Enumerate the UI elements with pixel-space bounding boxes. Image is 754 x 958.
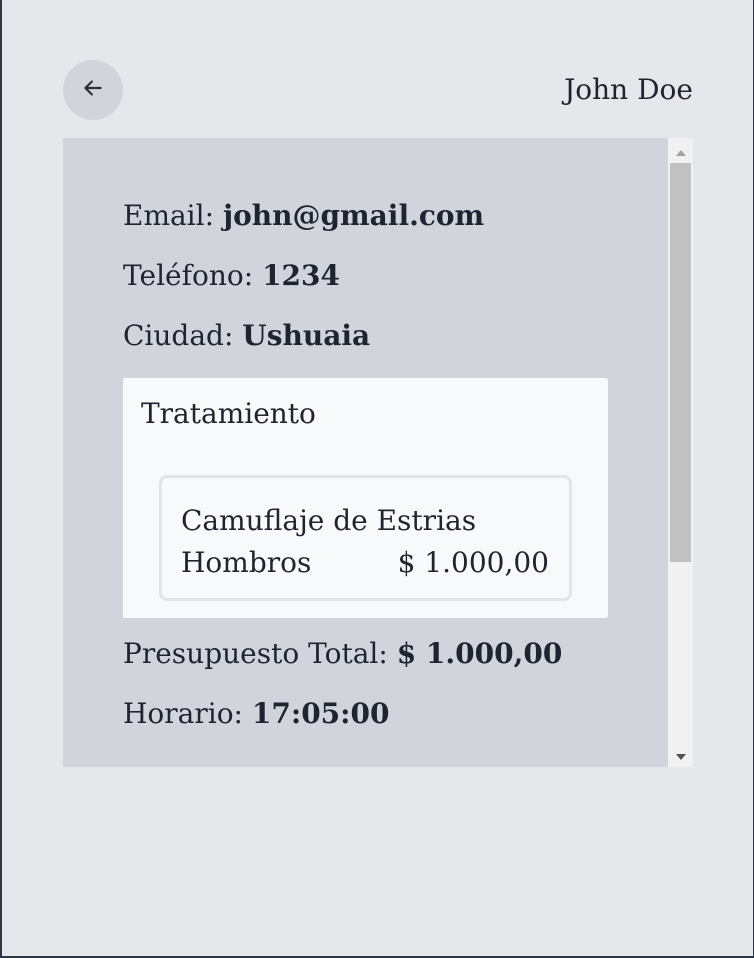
treatment-item-price: $ 1.000,00 [397, 546, 549, 579]
city-row: Ciudad: Ushuaia [123, 318, 608, 354]
treatment-title: Tratamiento [141, 397, 316, 430]
email-row: Email: john@gmail.com [123, 198, 608, 234]
email-value: john@gmail.com [222, 199, 485, 232]
user-name: John Doe [564, 73, 693, 106]
scrollbar-thumb[interactable] [670, 163, 691, 562]
arrow-left-icon [80, 75, 106, 105]
scroll-down-button[interactable] [668, 742, 693, 767]
treatment-item-row: Hombros $ 1.000,00 [181, 542, 549, 584]
triangle-down-icon [675, 745, 686, 764]
treatment-item-zone: Hombros [181, 546, 312, 579]
city-label: Ciudad: [123, 319, 234, 352]
window-frame-left [0, 0, 2, 958]
phone-value: 1234 [262, 259, 340, 292]
triangle-up-icon [675, 141, 686, 160]
treatment-item: Camuflaje de Estrias Hombros $ 1.000,00 [159, 475, 572, 601]
details-content: Email: john@gmail.com Teléfono: 1234 Ciu… [123, 198, 608, 756]
vertical-scrollbar[interactable] [668, 138, 693, 767]
schedule-value: 17:05:00 [251, 697, 390, 730]
phone-label: Teléfono: [123, 259, 254, 292]
phone-row: Teléfono: 1234 [123, 258, 608, 294]
email-label: Email: [123, 199, 215, 232]
scroll-up-button[interactable] [668, 138, 693, 163]
schedule-row: Horario: 17:05:00 [123, 696, 608, 732]
back-button[interactable] [63, 60, 123, 120]
details-scroll-panel[interactable]: Email: john@gmail.com Teléfono: 1234 Ciu… [63, 138, 693, 767]
budget-row: Presupuesto Total: $ 1.000,00 [123, 636, 608, 672]
city-value: Ushuaia [242, 319, 371, 352]
schedule-label: Horario: [123, 697, 243, 730]
budget-value: $ 1.000,00 [396, 637, 563, 670]
treatment-card: Tratamiento Camuflaje de Estrias Hombros… [123, 378, 608, 618]
budget-label: Presupuesto Total: [123, 637, 388, 670]
treatment-item-name: Camuflaje de Estrias [181, 504, 477, 537]
